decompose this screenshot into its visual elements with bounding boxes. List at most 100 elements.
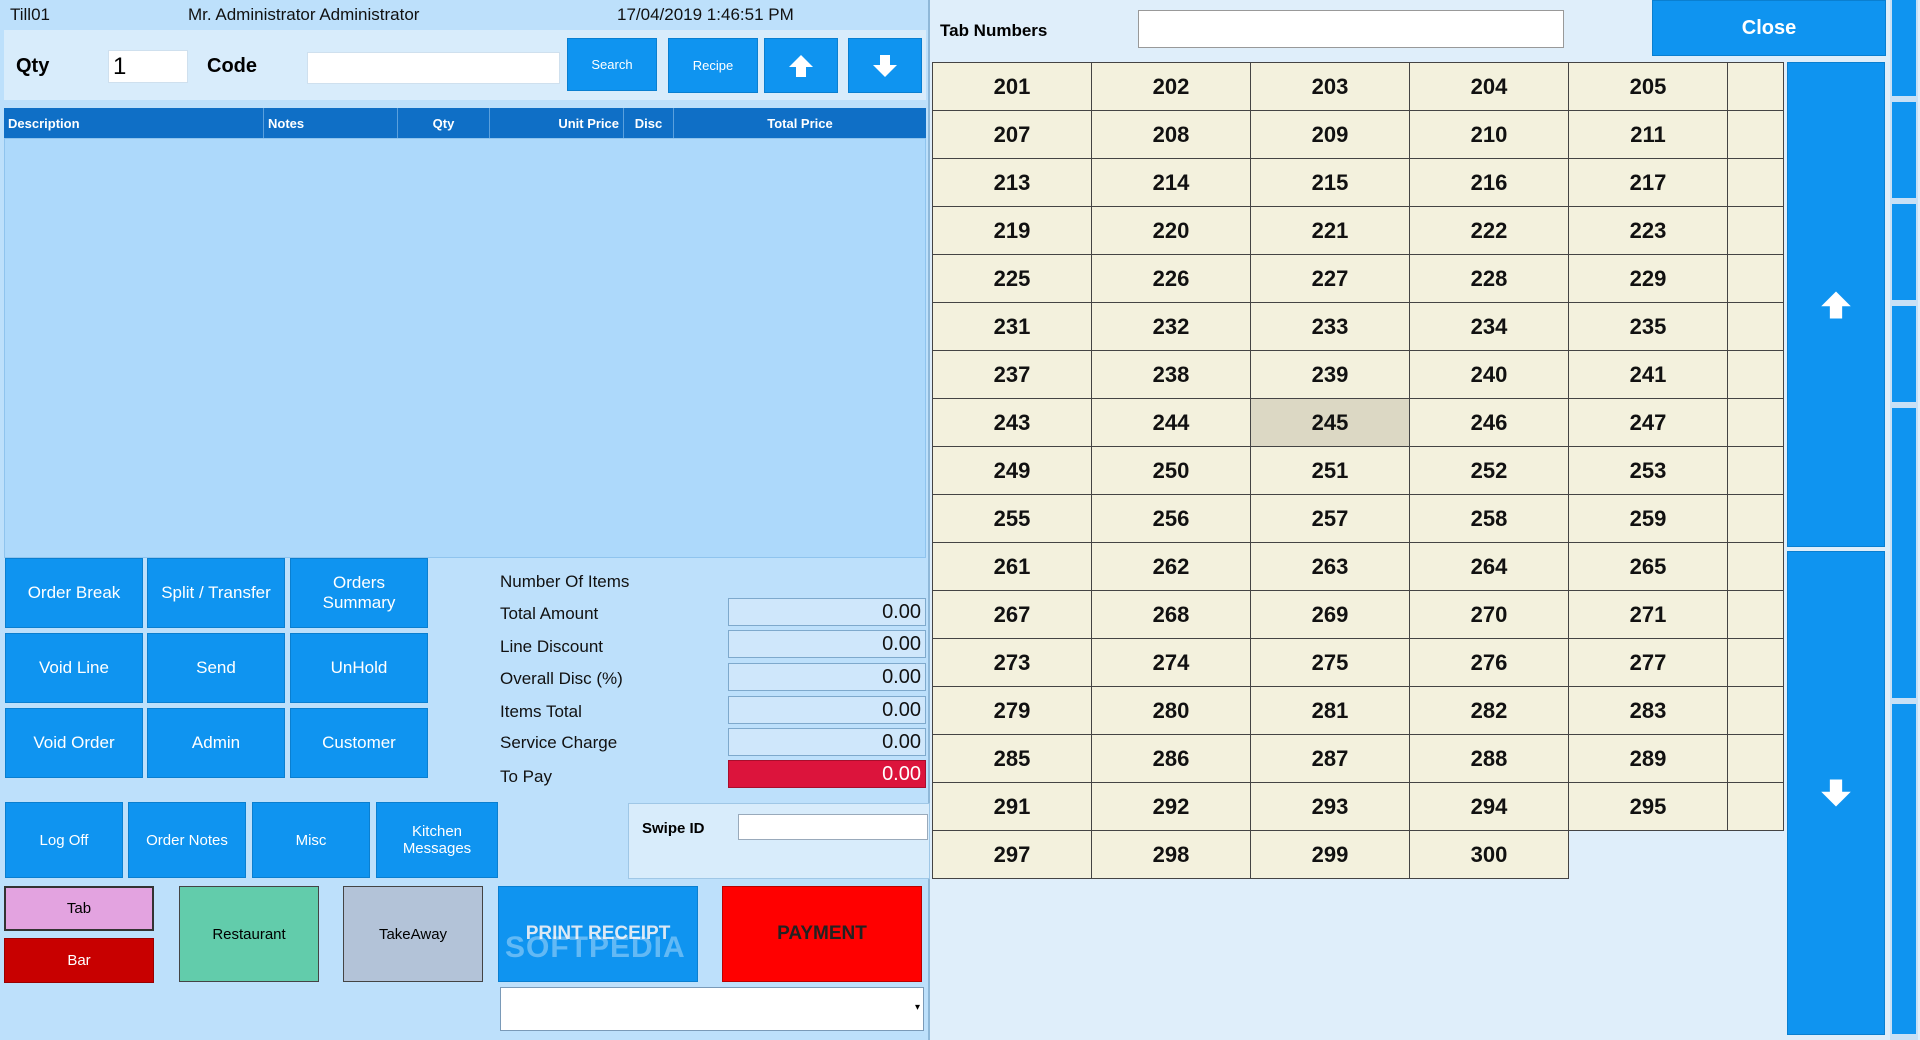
tab-number-222[interactable]: 222 (1409, 206, 1569, 255)
takeaway-mode-button[interactable]: TakeAway (343, 886, 483, 982)
split-transfer-button[interactable]: Split / Transfer (147, 558, 285, 628)
tab-number-298[interactable]: 298 (1091, 830, 1251, 879)
tab-number-276[interactable]: 276 (1409, 638, 1569, 687)
orders-summary-button[interactable]: Orders Summary (290, 558, 428, 628)
tab-number-279[interactable]: 279 (932, 686, 1092, 735)
tab-number-239[interactable]: 239 (1250, 350, 1410, 399)
tab-number-288[interactable]: 288 (1409, 734, 1569, 783)
bar-mode-button[interactable]: Bar (4, 938, 154, 983)
tab-number-281[interactable]: 281 (1250, 686, 1410, 735)
order-break-button[interactable]: Order Break (5, 558, 143, 628)
tab-number-215[interactable]: 215 (1250, 158, 1410, 207)
log-off-button[interactable]: Log Off (5, 802, 123, 878)
tab-number-213[interactable]: 213 (932, 158, 1092, 207)
tab-number-271[interactable]: 271 (1568, 590, 1728, 639)
close-button[interactable]: Close (1652, 0, 1886, 56)
tab-number-268[interactable]: 268 (1091, 590, 1251, 639)
tab-number-286[interactable]: 286 (1091, 734, 1251, 783)
tab-number-223[interactable]: 223 (1568, 206, 1728, 255)
misc-button[interactable]: Misc (252, 802, 370, 878)
tab-number-246[interactable]: 246 (1409, 398, 1569, 447)
admin-button[interactable]: Admin (147, 708, 285, 778)
swipe-id-input[interactable] (738, 814, 928, 840)
tab-number-257[interactable]: 257 (1250, 494, 1410, 543)
scroll-down-button[interactable] (848, 38, 922, 93)
tab-number-252[interactable]: 252 (1409, 446, 1569, 495)
kitchen-messages-button[interactable]: Kitchen Messages (376, 802, 498, 878)
tab-number-211[interactable]: 211 (1568, 110, 1728, 159)
order-grid-body[interactable] (4, 138, 926, 558)
tab-number-269[interactable]: 269 (1250, 590, 1410, 639)
tab-number-299[interactable]: 299 (1250, 830, 1410, 879)
tab-number-219[interactable]: 219 (932, 206, 1092, 255)
send-button[interactable]: Send (147, 633, 285, 703)
tab-scroll-up-button[interactable] (1787, 62, 1885, 547)
unhold-button[interactable]: UnHold (290, 633, 428, 703)
tab-number-280[interactable]: 280 (1091, 686, 1251, 735)
tab-number-235[interactable]: 235 (1568, 302, 1728, 351)
tab-number-259[interactable]: 259 (1568, 494, 1728, 543)
tab-number-228[interactable]: 228 (1409, 254, 1569, 303)
tab-number-205[interactable]: 205 (1568, 62, 1728, 111)
tab-number-229[interactable]: 229 (1568, 254, 1728, 303)
tab-number-221[interactable]: 221 (1250, 206, 1410, 255)
tab-number-243[interactable]: 243 (932, 398, 1092, 447)
tab-mode-button[interactable]: Tab (4, 886, 154, 931)
tab-number-270[interactable]: 270 (1409, 590, 1569, 639)
print-receipt-button[interactable]: PRINT RECEIPT SOFTPEDIA (498, 886, 698, 982)
void-order-button[interactable]: Void Order (5, 708, 143, 778)
tab-number-289[interactable]: 289 (1568, 734, 1728, 783)
tab-number-209[interactable]: 209 (1250, 110, 1410, 159)
tab-number-210[interactable]: 210 (1409, 110, 1569, 159)
col-notes[interactable]: Notes (264, 108, 398, 138)
tab-number-233[interactable]: 233 (1250, 302, 1410, 351)
tab-number-295[interactable]: 295 (1568, 782, 1728, 831)
tab-number-274[interactable]: 274 (1091, 638, 1251, 687)
tab-number-232[interactable]: 232 (1091, 302, 1251, 351)
tab-number-247[interactable]: 247 (1568, 398, 1728, 447)
tab-number-234[interactable]: 234 (1409, 302, 1569, 351)
tab-number-294[interactable]: 294 (1409, 782, 1569, 831)
tab-number-250[interactable]: 250 (1091, 446, 1251, 495)
tab-number-283[interactable]: 283 (1568, 686, 1728, 735)
tab-number-273[interactable]: 273 (932, 638, 1092, 687)
void-line-button[interactable]: Void Line (5, 633, 143, 703)
tab-number-282[interactable]: 282 (1409, 686, 1569, 735)
tab-number-203[interactable]: 203 (1250, 62, 1410, 111)
tab-number-226[interactable]: 226 (1091, 254, 1251, 303)
tab-number-293[interactable]: 293 (1250, 782, 1410, 831)
tab-number-275[interactable]: 275 (1250, 638, 1410, 687)
scroll-up-button[interactable] (764, 38, 838, 93)
tab-number-264[interactable]: 264 (1409, 542, 1569, 591)
tab-number-292[interactable]: 292 (1091, 782, 1251, 831)
tab-number-204[interactable]: 204 (1409, 62, 1569, 111)
tab-number-253[interactable]: 253 (1568, 446, 1728, 495)
col-unit-price[interactable]: Unit Price (490, 108, 624, 138)
tab-number-291[interactable]: 291 (932, 782, 1092, 831)
tab-number-277[interactable]: 277 (1568, 638, 1728, 687)
tab-number-202[interactable]: 202 (1091, 62, 1251, 111)
tab-number-300[interactable]: 300 (1409, 830, 1569, 879)
code-input[interactable] (307, 52, 560, 84)
tab-number-208[interactable]: 208 (1091, 110, 1251, 159)
customer-button[interactable]: Customer (290, 708, 428, 778)
tab-number-217[interactable]: 217 (1568, 158, 1728, 207)
col-total-price[interactable]: Total Price (674, 108, 926, 138)
col-description[interactable]: Description (4, 108, 264, 138)
tab-number-261[interactable]: 261 (932, 542, 1092, 591)
tab-number-249[interactable]: 249 (932, 446, 1092, 495)
tab-number-262[interactable]: 262 (1091, 542, 1251, 591)
tab-number-258[interactable]: 258 (1409, 494, 1569, 543)
tab-number-285[interactable]: 285 (932, 734, 1092, 783)
receipt-dropdown[interactable]: ▾ (500, 987, 924, 1031)
tab-number-256[interactable]: 256 (1091, 494, 1251, 543)
tab-number-214[interactable]: 214 (1091, 158, 1251, 207)
tab-number-220[interactable]: 220 (1091, 206, 1251, 255)
search-button[interactable]: Search (567, 38, 657, 91)
tab-number-240[interactable]: 240 (1409, 350, 1569, 399)
tab-number-251[interactable]: 251 (1250, 446, 1410, 495)
tab-number-201[interactable]: 201 (932, 62, 1092, 111)
tab-number-207[interactable]: 207 (932, 110, 1092, 159)
tab-number-265[interactable]: 265 (1568, 542, 1728, 591)
tab-number-237[interactable]: 237 (932, 350, 1092, 399)
